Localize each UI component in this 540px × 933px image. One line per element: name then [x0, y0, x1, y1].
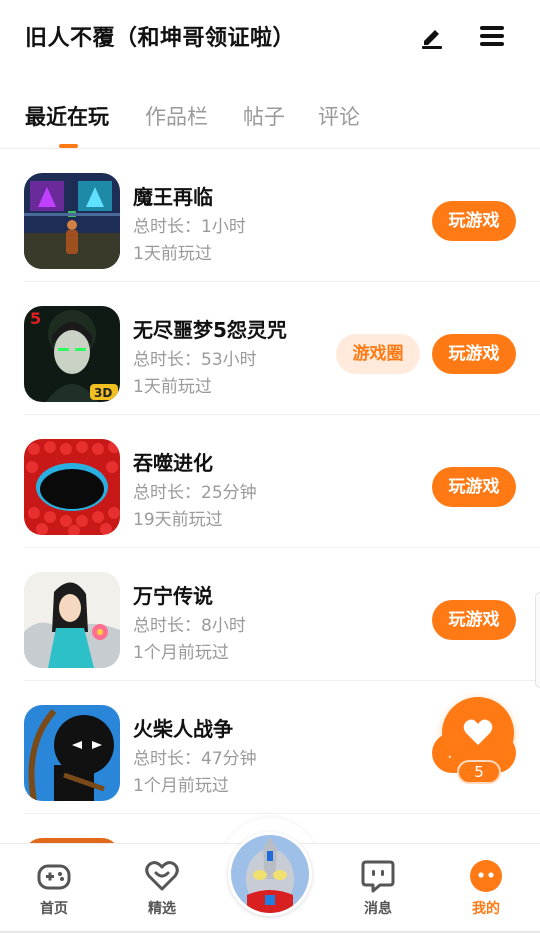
gamepad-icon — [37, 864, 71, 890]
game-circle-button[interactable]: 游戏圈 — [336, 334, 420, 374]
hamburger-menu-icon — [480, 26, 504, 46]
game-last-played: 1个月前玩过 — [133, 776, 229, 796]
nav-label: 消息 — [364, 901, 392, 917]
list-item[interactable]: 5 3D 无尽噩梦5怨灵咒 总时长：53小时 1天前玩过 游戏圈 玩游戏 — [0, 282, 540, 415]
profile-page: 旧人不覆（和坤哥领证啦） 最近在玩 作品栏 帖子 评论 魔王再临 总时长：1小时… — [0, 0, 540, 933]
nav-label: 首页 — [40, 901, 68, 917]
game-name: 魔王再临 — [133, 185, 213, 209]
game-name: 万宁传说 — [133, 584, 213, 608]
tab-works[interactable]: 作品栏 — [145, 101, 208, 131]
nav-label: 精选 — [148, 901, 176, 917]
stickman-war-game-icon[interactable] — [24, 705, 120, 801]
wanning-legend-game-icon[interactable] — [24, 572, 120, 668]
list-item[interactable]: 万宁传说 总时长：8小时 1个月前玩过 玩游戏 — [0, 548, 540, 681]
play-game-button[interactable]: 玩游戏 — [432, 334, 516, 374]
game-duration: 总时长：1小时 — [133, 217, 246, 237]
header: 旧人不覆（和坤哥领证啦） — [0, 0, 540, 72]
tab-comments[interactable]: 评论 — [318, 101, 360, 131]
like-count-badge: 5 — [457, 760, 501, 784]
play-game-button[interactable]: 玩游戏 — [432, 467, 516, 507]
game-name: 吞噬进化 — [133, 451, 213, 475]
game-duration: 总时长：25分钟 — [133, 483, 257, 503]
nav-home[interactable]: 首页 — [14, 844, 94, 933]
endless-nightmare-game-icon[interactable]: 5 3D — [24, 306, 120, 402]
heart-smile-icon — [145, 861, 179, 891]
demon-king-game-icon[interactable] — [24, 173, 120, 269]
game-name: 无尽噩梦5怨灵咒 — [133, 318, 287, 342]
game-duration: 总时长：47分钟 — [133, 749, 257, 769]
game-duration: 总时长：53小时 — [133, 350, 257, 370]
page-title: 旧人不覆（和坤哥领证啦） — [25, 26, 296, 51]
nav-featured[interactable]: 精选 — [122, 844, 202, 933]
game-last-played: 19天前玩过 — [133, 510, 223, 530]
like-button[interactable] — [442, 697, 514, 769]
game-last-played: 1天前玩过 — [133, 244, 212, 264]
heart-icon — [463, 719, 493, 745]
play-game-button[interactable]: 玩游戏 — [432, 600, 516, 640]
nav-mine[interactable]: 我的 — [446, 844, 526, 933]
svg-text:5: 5 — [30, 309, 41, 328]
game-name: 火柴人战争 — [133, 717, 233, 741]
menu-button[interactable] — [478, 22, 506, 50]
devour-evolution-game-icon[interactable] — [24, 439, 120, 535]
edit-pen-icon — [422, 30, 442, 49]
play-game-button[interactable]: 玩游戏 — [432, 201, 516, 241]
recent-games-list: 魔王再临 总时长：1小时 1天前玩过 玩游戏 5 3D 无尽噩梦5怨灵咒 总时长… — [0, 149, 540, 933]
game-duration: 总时长：8小时 — [133, 616, 246, 636]
tab-recent-played[interactable]: 最近在玩 — [25, 101, 109, 131]
profile-face-icon — [470, 860, 502, 892]
ultraman-avatar — [231, 835, 309, 913]
tab-posts[interactable]: 帖子 — [243, 101, 285, 131]
list-item[interactable]: 吞噬进化 总时长：25分钟 19天前玩过 玩游戏 — [0, 415, 540, 548]
svg-text:3D: 3D — [94, 386, 112, 400]
profile-tabs: 最近在玩 作品栏 帖子 评论 — [0, 95, 540, 149]
edge-scroll-handle[interactable] — [535, 592, 540, 688]
list-item[interactable]: 魔王再临 总时长：1小时 1天前玩过 玩游戏 — [0, 149, 540, 282]
game-last-played: 1天前玩过 — [133, 377, 212, 397]
edit-button[interactable] — [418, 22, 446, 50]
nav-messages[interactable]: 消息 — [338, 844, 418, 933]
game-last-played: 1个月前玩过 — [133, 643, 229, 663]
nav-label: 我的 — [472, 901, 500, 917]
center-avatar-button[interactable] — [228, 832, 312, 916]
chat-bubble-icon — [361, 860, 395, 893]
